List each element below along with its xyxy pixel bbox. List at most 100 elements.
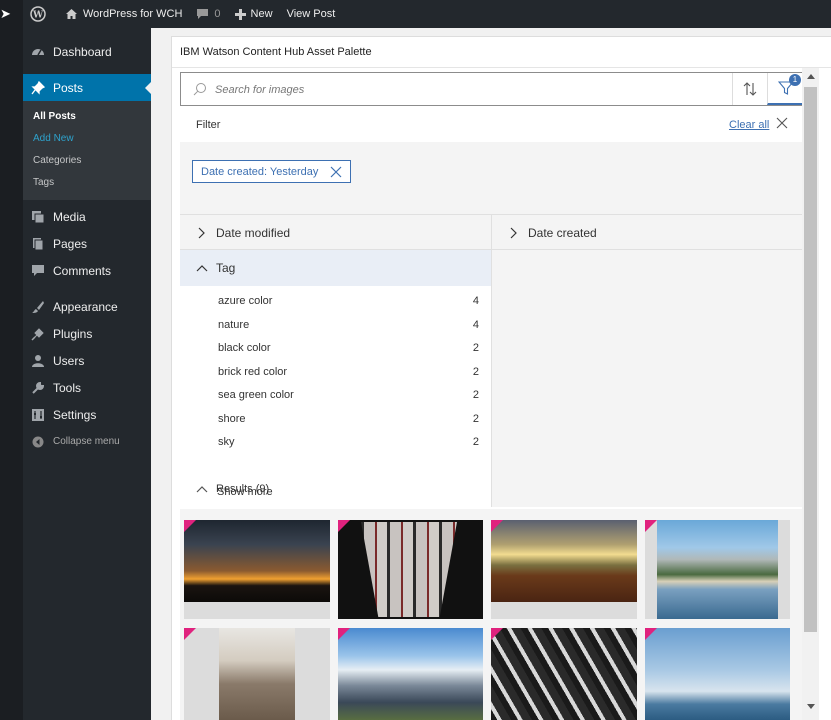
wordpress-logo-button[interactable]: W xyxy=(23,0,58,28)
mountain-lake-thumbnail xyxy=(657,520,778,619)
tag-count: 2 xyxy=(472,341,479,354)
sidebar-item-label: Posts xyxy=(53,80,84,95)
settings-icon xyxy=(30,407,46,423)
tag-name: shore xyxy=(218,412,246,425)
paintbrush-icon xyxy=(30,299,46,315)
close-icon xyxy=(776,117,788,129)
asset-tile[interactable] xyxy=(491,628,637,720)
chevron-down-icon xyxy=(806,704,815,709)
asset-tile[interactable] xyxy=(645,520,790,619)
sidebar-item-plugins[interactable]: Plugins xyxy=(23,320,151,347)
tag-name: nature xyxy=(218,318,250,331)
desktop-edge: ➤ xyxy=(0,0,23,720)
results-header[interactable]: Results (9) xyxy=(196,483,269,495)
snowy-mountains-thumbnail xyxy=(338,628,483,720)
glass-roof-thumbnail xyxy=(491,628,637,720)
sidebar-item-comments[interactable]: Comments xyxy=(23,257,151,284)
sidebar-item-label: Tools xyxy=(53,380,82,395)
plugin-icon xyxy=(30,326,46,342)
asset-tile[interactable] xyxy=(184,628,330,720)
submenu-item-add-new[interactable]: Add New xyxy=(23,128,151,150)
site-name-link[interactable]: WordPress for WCH xyxy=(58,0,189,28)
sort-button[interactable] xyxy=(732,73,767,105)
new-asset-marker xyxy=(338,520,350,532)
comments-count: 0 xyxy=(214,8,221,20)
new-content-link[interactable]: New xyxy=(228,0,280,28)
wordpress-logo-icon: W xyxy=(30,6,46,22)
stained-glass-window-thumbnail xyxy=(361,522,457,617)
scroll-down-button[interactable] xyxy=(802,698,819,715)
tag-name: black color xyxy=(218,341,271,354)
scroll-up-button[interactable] xyxy=(802,68,819,85)
asset-tile[interactable] xyxy=(645,628,790,720)
sidebar-item-appearance[interactable]: Appearance xyxy=(23,293,151,320)
asset-tile[interactable] xyxy=(338,628,483,720)
asset-tile[interactable] xyxy=(338,520,483,619)
sidebar-item-label: Appearance xyxy=(53,299,118,314)
sidebar-item-dashboard[interactable]: Dashboard xyxy=(23,38,151,65)
sidebar-item-pages[interactable]: Pages xyxy=(23,230,151,257)
facet-empty-column xyxy=(492,250,803,507)
tag-count: 2 xyxy=(472,388,479,401)
wrench-icon xyxy=(30,380,46,396)
comments-link[interactable]: 0 xyxy=(189,0,227,28)
sidebar-item-media[interactable]: Media xyxy=(23,203,151,230)
tag-count: 2 xyxy=(472,435,479,448)
sidebar-item-posts[interactable]: Posts xyxy=(23,74,151,101)
lighthouse-shore-thumbnail xyxy=(645,628,790,720)
pushpin-icon xyxy=(30,80,46,96)
tag-option[interactable]: azure color 4 xyxy=(180,289,491,312)
results-grid xyxy=(180,509,803,720)
submenu-item-tags[interactable]: Tags xyxy=(23,172,151,194)
facet-tag-section: Tag azure color 4 nature 4 black color 2… xyxy=(180,250,491,507)
new-asset-marker xyxy=(491,520,503,532)
mouse-cursor-icon: ➤ xyxy=(0,6,11,21)
tag-name: sky xyxy=(218,435,235,448)
asset-tile[interactable] xyxy=(491,520,637,619)
scrollbar[interactable] xyxy=(802,68,819,720)
search-icon xyxy=(193,82,207,99)
facet-date-modified[interactable]: Date modified xyxy=(198,215,290,250)
tag-count: 4 xyxy=(472,294,479,307)
home-icon xyxy=(66,9,77,19)
tag-option[interactable]: nature 4 xyxy=(180,313,491,336)
sidebar-item-tools[interactable]: Tools xyxy=(23,374,151,401)
sidebar-item-settings[interactable]: Settings xyxy=(23,401,151,428)
divider xyxy=(172,67,831,68)
posts-submenu: All Posts Add New Categories Tags xyxy=(23,101,151,200)
tag-option[interactable]: black color 2 xyxy=(180,336,491,359)
close-filter-button[interactable] xyxy=(776,117,788,132)
chevron-right-icon xyxy=(198,227,205,238)
filter-chip-label: Date created: Yesterday xyxy=(201,165,319,178)
tag-name: sea green color xyxy=(218,388,294,401)
remove-filter-button[interactable] xyxy=(330,166,342,178)
collapse-menu-button[interactable]: Collapse menu xyxy=(23,428,151,455)
submenu-item-categories[interactable]: Categories xyxy=(23,150,151,172)
submenu-item-all-posts[interactable]: All Posts xyxy=(23,106,151,128)
tag-option[interactable]: brick red color 2 xyxy=(180,360,491,383)
clear-all-link[interactable]: Clear all xyxy=(729,119,769,131)
new-label: New xyxy=(250,8,273,20)
asset-tile[interactable] xyxy=(184,520,330,619)
sidebar-item-label: Pages xyxy=(53,236,88,251)
filter-button[interactable]: 1 xyxy=(767,73,803,105)
facet-date-created[interactable]: Date created xyxy=(510,215,597,250)
filter-area: Date created: Yesterday Date modified Da… xyxy=(180,142,803,507)
view-post-link[interactable]: View Post xyxy=(280,0,343,28)
view-post-label: View Post xyxy=(286,8,336,20)
users-icon xyxy=(30,353,46,369)
media-icon xyxy=(30,209,46,225)
scrollbar-thumb[interactable] xyxy=(804,87,817,632)
tag-option[interactable]: sea green color 2 xyxy=(180,383,491,406)
sidebar-item-users[interactable]: Users xyxy=(23,347,151,374)
sidebar-item-label: Plugins xyxy=(53,326,93,341)
tag-count: 2 xyxy=(472,365,479,378)
tag-option[interactable]: sky 2 xyxy=(180,430,491,453)
new-asset-marker xyxy=(338,628,350,640)
facet-label: Date created xyxy=(528,225,597,240)
new-asset-marker xyxy=(491,628,503,640)
facet-tag-header[interactable]: Tag xyxy=(180,250,491,286)
tag-option[interactable]: shore 2 xyxy=(180,407,491,430)
panel-title: IBM Watson Content Hub Asset Palette xyxy=(180,46,372,58)
search-input[interactable] xyxy=(215,80,715,100)
